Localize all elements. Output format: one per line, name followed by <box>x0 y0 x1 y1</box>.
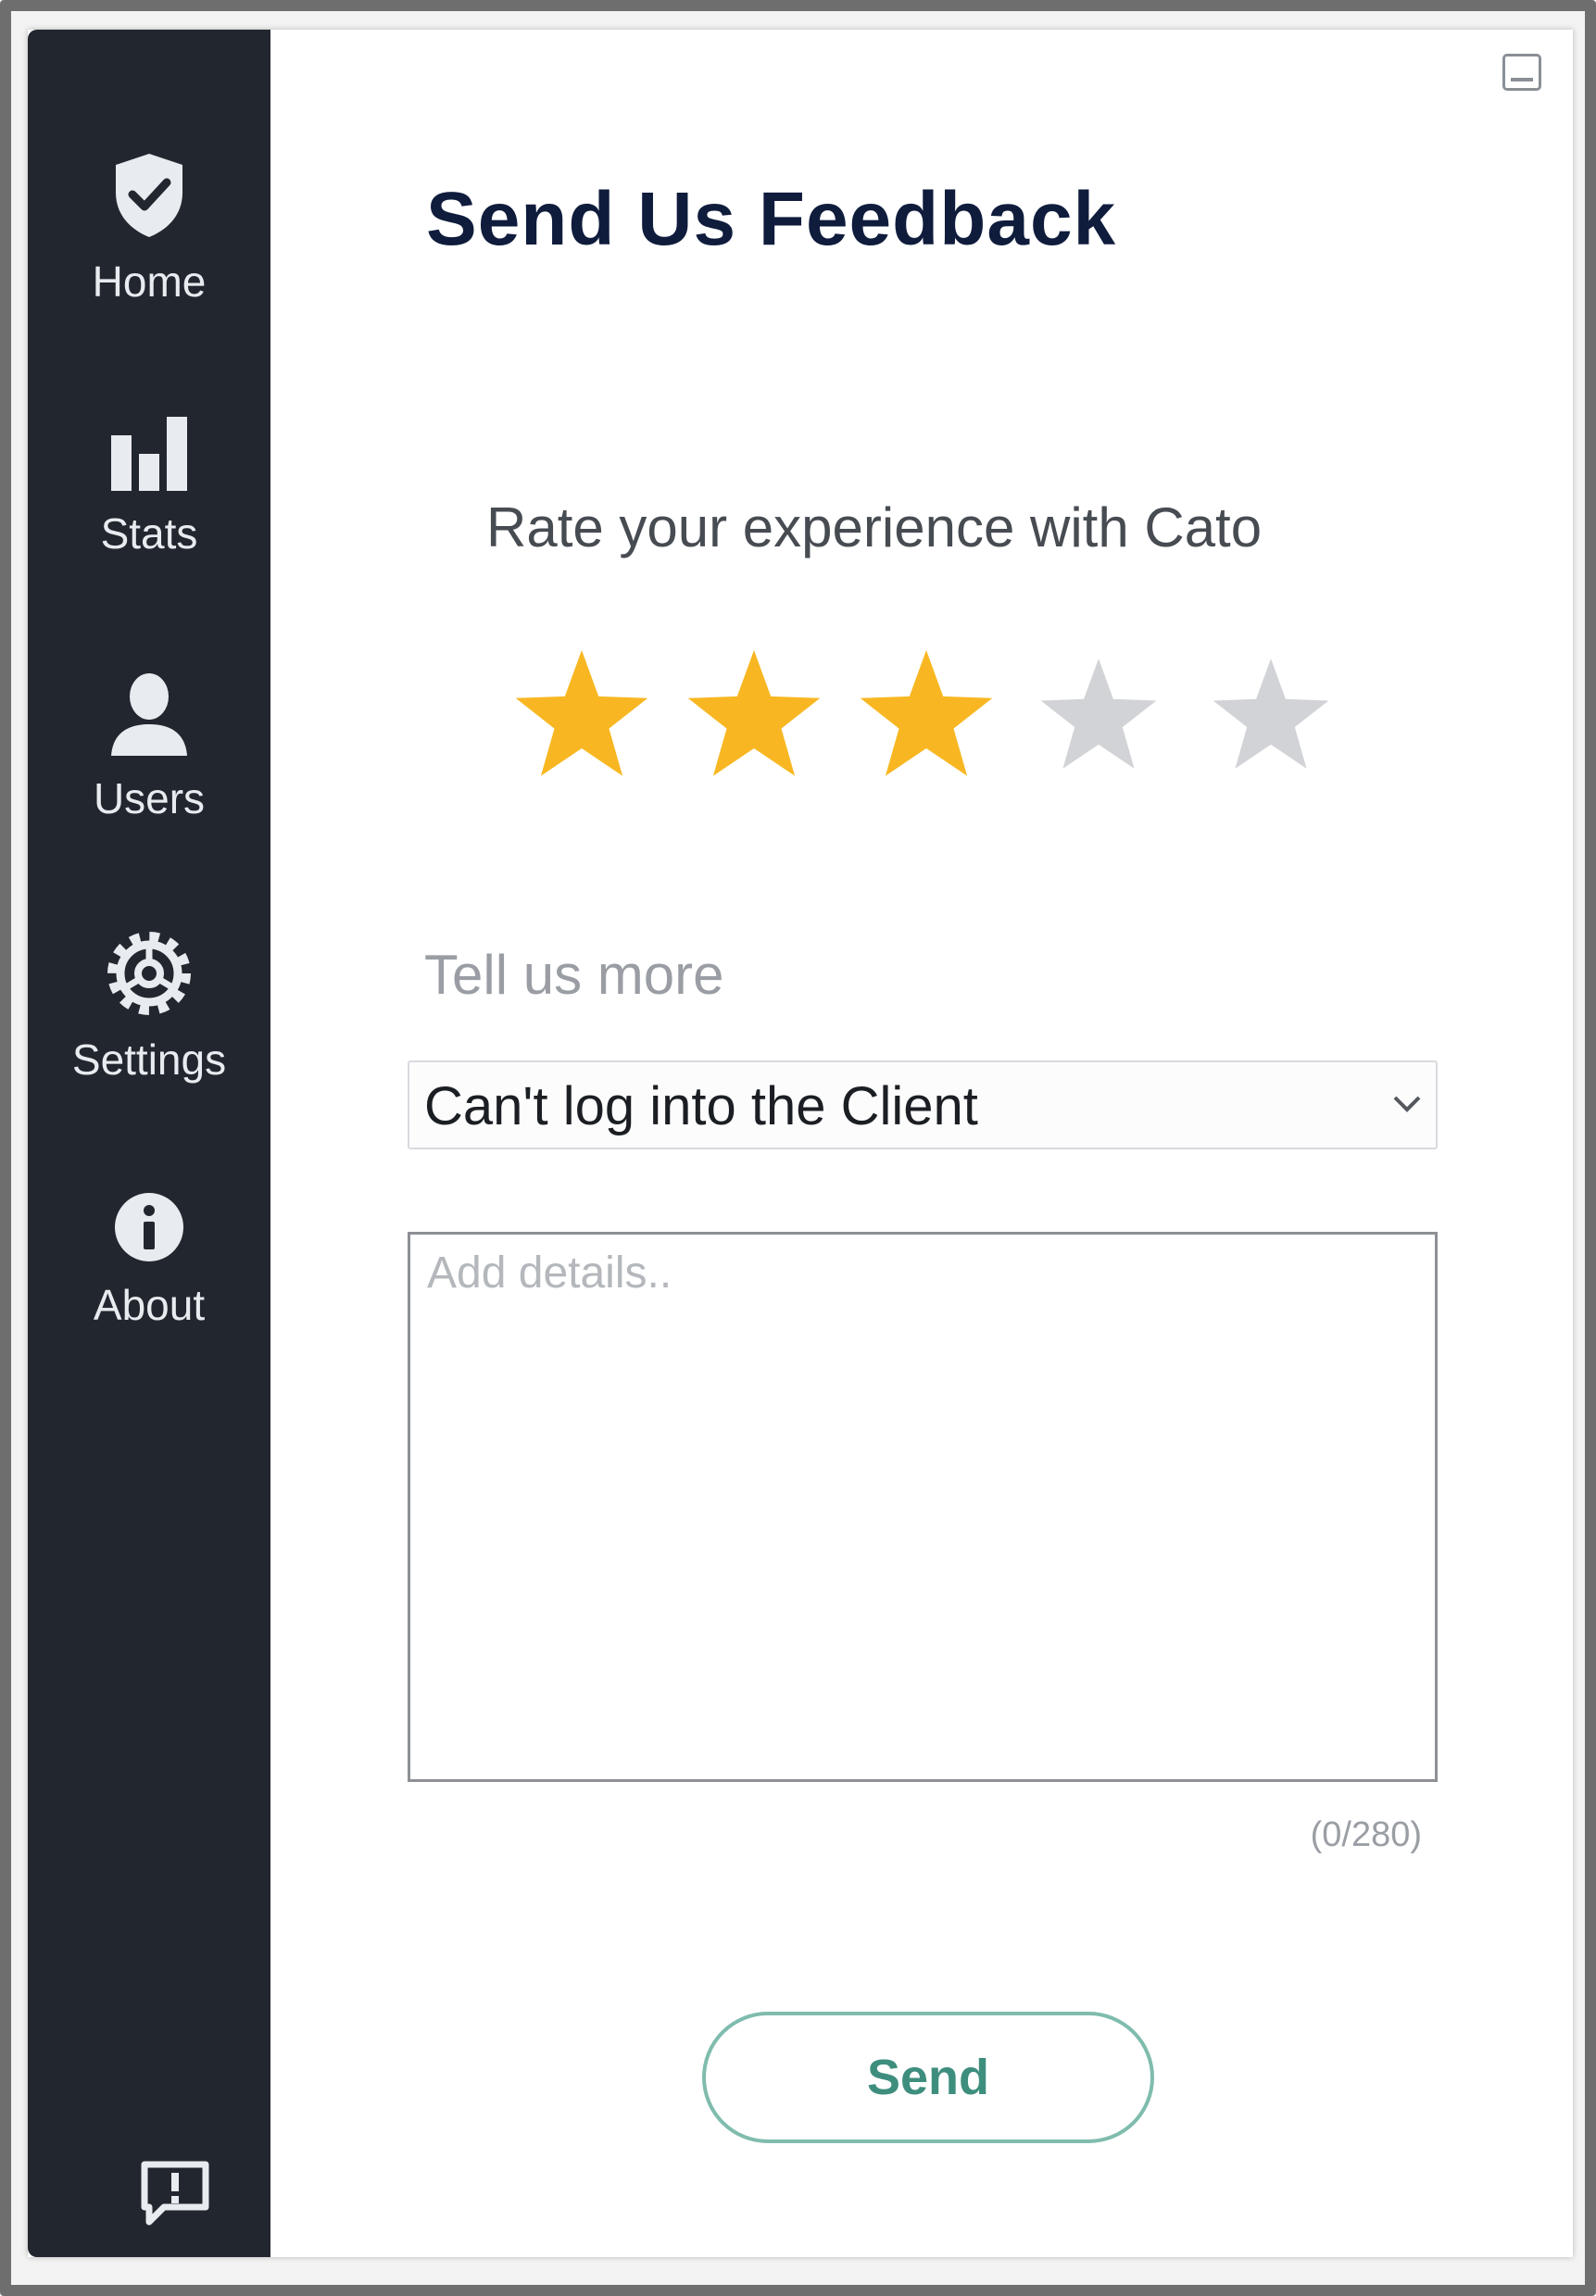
sidebar-item-stats[interactable]: Stats <box>28 415 270 558</box>
details-textarea[interactable] <box>408 1232 1438 1782</box>
selected-topic: Can't log into the Client <box>424 1076 978 1136</box>
chevron-down-icon <box>1391 1092 1423 1119</box>
feedback-topic-select[interactable]: Can't log into the Client <box>408 1060 1438 1149</box>
info-icon <box>28 1192 270 1267</box>
gear-icon <box>28 930 270 1022</box>
star-filled-icon[interactable] <box>680 644 828 797</box>
sidebar-item-home[interactable]: Home <box>28 152 270 307</box>
send-button[interactable]: Send <box>702 2012 1154 2143</box>
sidebar-item-users[interactable]: Users <box>28 672 270 823</box>
sidebar-item-label: Stats <box>100 509 198 558</box>
sidebar-item-label: Settings <box>71 1035 227 1084</box>
character-counter: (0/280) <box>1310 1815 1422 1854</box>
star-filled-icon[interactable] <box>852 644 1000 797</box>
sidebar-item-settings[interactable]: Settings <box>28 930 270 1085</box>
star-empty-icon[interactable] <box>1206 653 1336 787</box>
sidebar-item-about[interactable]: About <box>28 1192 270 1330</box>
sidebar-item-label: About <box>93 1281 206 1329</box>
bar-chart-icon <box>28 415 270 496</box>
user-icon <box>28 672 270 760</box>
feedback-alert-icon[interactable] <box>140 2160 210 2231</box>
page-title: Send Us Feedback <box>426 177 1117 261</box>
tell-us-more-label: Tell us more <box>424 944 724 1006</box>
star-empty-icon[interactable] <box>1034 653 1163 787</box>
sidebar-item-label: Users <box>93 774 206 822</box>
shield-check-icon <box>28 152 270 244</box>
sidebar-item-label: Home <box>92 257 207 306</box>
minimize-button[interactable] <box>1502 54 1541 91</box>
sidebar: Home Stats Users Settings About <box>28 30 270 2257</box>
rating-label: Rate your experience with Cato <box>486 496 1263 558</box>
star-filled-icon[interactable] <box>508 644 656 797</box>
